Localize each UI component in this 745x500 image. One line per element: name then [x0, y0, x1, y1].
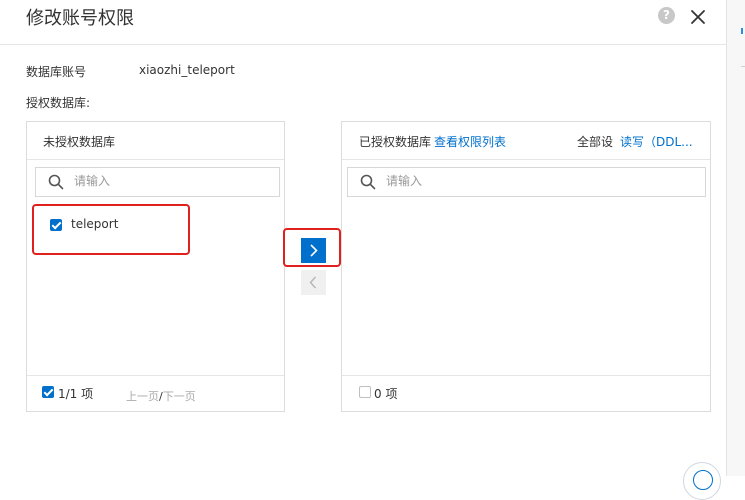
account-label: 数据库账号	[26, 65, 87, 79]
item-count: 1/1 项	[58, 387, 94, 401]
background-page-edge	[726, 0, 745, 476]
set-all-label: 全部设	[577, 135, 614, 149]
dialog-title: 修改账号权限	[26, 8, 134, 29]
move-to-unauthorized-button[interactable]	[301, 270, 326, 295]
authorized-database-panel: 已授权数据库 查看权限列表 全部设 读写（DDL... 0 项	[341, 121, 711, 412]
search-icon	[48, 174, 64, 190]
next-page-link[interactable]: 下一页	[163, 390, 196, 403]
authorized-search-box	[347, 167, 706, 197]
close-icon[interactable]	[689, 8, 707, 26]
modify-account-permissions-dialog: 修改账号权限 ? 数据库账号 xiaozhi_teleport 授权数据库: 未…	[0, 0, 726, 476]
unauthorized-search-input[interactable]	[74, 174, 254, 188]
page-edge-divider	[741, 66, 745, 67]
floating-action-button[interactable]	[683, 462, 721, 500]
highlight-teleport	[32, 204, 190, 255]
unauthorized-panel-title: 未授权数据库	[43, 135, 116, 149]
select-all-checkbox[interactable]	[42, 386, 54, 398]
page-edge-marker	[741, 28, 745, 34]
select-all-authorized-checkbox[interactable]	[359, 386, 371, 398]
authorized-search-input[interactable]	[386, 174, 566, 188]
question-circle-icon[interactable]: ?	[658, 7, 675, 24]
authorize-database-label: 授权数据库:	[26, 96, 91, 110]
authorized-panel-title: 已授权数据库	[359, 135, 432, 149]
authorized-panel-header: 已授权数据库 查看权限列表 全部设 读写（DDL...	[342, 122, 710, 160]
unauthorized-panel-footer: 1/1 项 上一页/下一页	[27, 375, 284, 411]
authorized-item-count: 0 项	[374, 387, 398, 401]
chevron-left-icon	[309, 276, 317, 289]
highlight-transfer-button	[283, 228, 341, 267]
unauthorized-search-box	[35, 167, 280, 197]
account-value: xiaozhi_teleport	[139, 63, 235, 77]
dialog-header: 修改账号权限 ?	[0, 0, 726, 45]
unauthorized-database-panel: 未授权数据库 teleport 1/1 项 上一页/下一页	[26, 121, 285, 412]
unauthorized-panel-header: 未授权数据库	[27, 122, 284, 160]
view-permission-list-link[interactable]: 查看权限列表	[434, 133, 506, 150]
prev-page-link[interactable]: 上一页	[126, 390, 159, 403]
read-write-ddl-dropdown[interactable]: 读写（DDL...	[620, 133, 693, 150]
authorized-panel-footer: 0 项	[342, 375, 710, 411]
search-icon	[360, 174, 376, 190]
pagination: 上一页/下一页	[126, 388, 196, 404]
